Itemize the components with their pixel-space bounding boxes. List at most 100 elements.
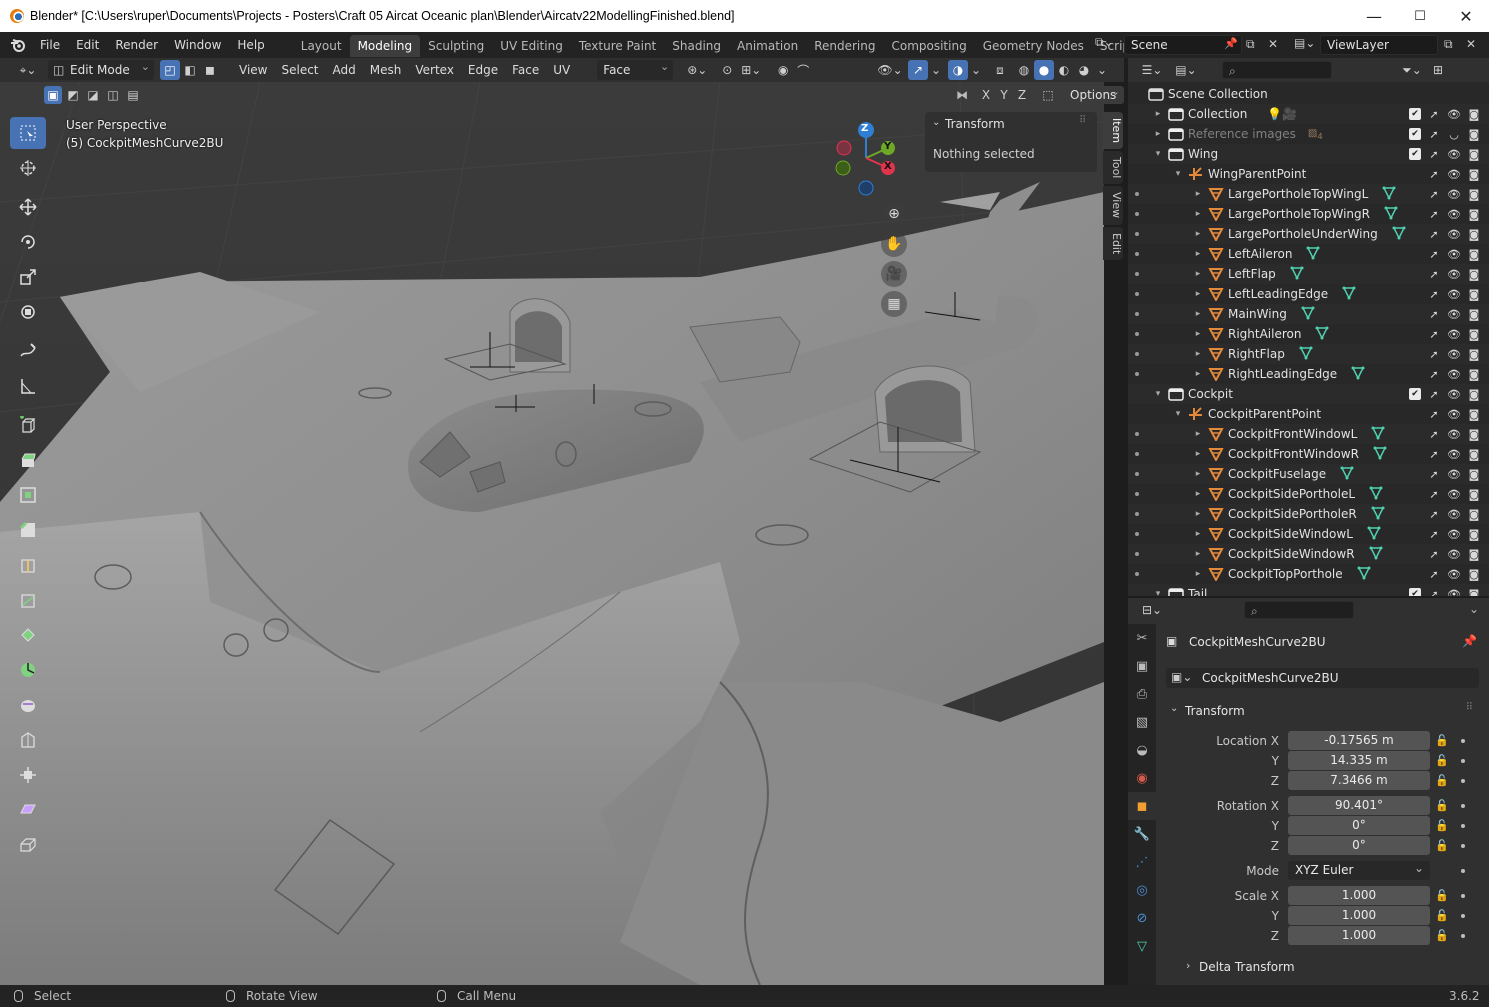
selectable-arrow-icon[interactable]: ➚: [1427, 527, 1441, 541]
mesh-data-icon[interactable]: [1342, 286, 1356, 303]
expand-closed-icon[interactable]: ▸: [1192, 249, 1204, 259]
xray-icon[interactable]: ⧈: [990, 60, 1010, 80]
overlays-dropdown-icon[interactable]: ⌄: [968, 60, 984, 80]
scene-properties-icon[interactable]: ◒: [1128, 736, 1156, 764]
mesh-data-icon[interactable]: [1290, 266, 1304, 283]
selectable-arrow-icon[interactable]: ➚: [1427, 587, 1441, 597]
location-x-field[interactable]: -0.17565 m: [1288, 731, 1430, 750]
expand-closed-icon[interactable]: ▸: [1192, 489, 1204, 499]
edit-mode-dot-icon[interactable]: [1135, 352, 1139, 356]
tool-measure[interactable]: [10, 370, 46, 402]
eye-icon[interactable]: 👁: [1447, 347, 1461, 361]
snap-target-icon[interactable]: ⊞⌄: [737, 60, 765, 80]
tool-shrink-fatten[interactable]: [10, 759, 46, 791]
outliner-row[interactable]: ▾ CockpitParentPoint ➚ 👁 ◙: [1128, 404, 1489, 424]
edit-mode-dot-icon[interactable]: [1135, 212, 1139, 216]
edit-mode-dot-icon[interactable]: [1135, 232, 1139, 236]
render-camera-icon[interactable]: ◙: [1467, 527, 1481, 541]
selectable-arrow-icon[interactable]: ➚: [1427, 487, 1441, 501]
edit-mode-dot-icon[interactable]: [1135, 372, 1139, 376]
lock-icon[interactable]: 🔓: [1435, 839, 1449, 852]
world-properties-icon[interactable]: ◉: [1128, 764, 1156, 792]
select-intersect-icon[interactable]: ▤: [124, 86, 142, 104]
overlays-toggle-icon[interactable]: ◑: [948, 60, 968, 80]
mesh-data-icon[interactable]: [1369, 486, 1383, 503]
blender-menu-icon[interactable]: [10, 32, 32, 58]
expand-open-icon[interactable]: ▾: [1172, 169, 1184, 179]
visibility-icon[interactable]: 👁⌄: [876, 60, 904, 80]
options-dropdown[interactable]: Options: [1064, 83, 1124, 104]
tool-properties-icon[interactable]: ✂: [1128, 624, 1156, 652]
material-shading-icon[interactable]: ◐: [1054, 60, 1074, 80]
pin-icon[interactable]: 📌: [1224, 37, 1238, 50]
expand-closed-icon[interactable]: ▸: [1192, 209, 1204, 219]
outliner-row[interactable]: ▸ RightLeadingEdge ➚ 👁 ◙: [1128, 364, 1489, 384]
expand-open-icon[interactable]: ▾: [1152, 149, 1164, 159]
outliner-row[interactable]: ▸ CockpitSidePortholeL ➚ 👁 ◙: [1128, 484, 1489, 504]
mesh-data-icon[interactable]: [1369, 546, 1383, 563]
tool-poly-build[interactable]: [10, 619, 46, 651]
render-camera-icon[interactable]: ◙: [1467, 487, 1481, 501]
eye-icon[interactable]: 👁: [1447, 247, 1461, 261]
outliner-search-input[interactable]: ⌕: [1222, 61, 1332, 79]
new-scene-icon[interactable]: ⧉: [1246, 37, 1255, 52]
render-camera-icon[interactable]: ◙: [1467, 367, 1481, 381]
scale-z-field[interactable]: 1.000: [1288, 926, 1430, 945]
keyframe-dot[interactable]: [1461, 894, 1465, 898]
tool-select-box[interactable]: [10, 117, 46, 149]
outliner-row[interactable]: ▸ CockpitSideWindowR ➚ 👁 ◙: [1128, 544, 1489, 564]
expand-closed-icon[interactable]: ▸: [1192, 309, 1204, 319]
expand-closed-icon[interactable]: ▸: [1192, 429, 1204, 439]
eye-icon[interactable]: 👁: [1447, 147, 1461, 161]
mesh-data-icon[interactable]: [1367, 526, 1381, 543]
render-camera-icon[interactable]: ◙: [1467, 567, 1481, 581]
edit-mode-dot-icon[interactable]: [1135, 192, 1139, 196]
properties-options-icon[interactable]: ⌄: [1469, 602, 1479, 616]
selectable-arrow-icon[interactable]: ➚: [1427, 447, 1441, 461]
proportional-edit-icon[interactable]: ◉: [773, 60, 793, 80]
render-camera-icon[interactable]: ◙: [1467, 187, 1481, 201]
selectable-arrow-icon[interactable]: ➚: [1427, 187, 1441, 201]
expand-closed-icon[interactable]: ▸: [1192, 269, 1204, 279]
tool-scale[interactable]: [10, 261, 46, 293]
face-select-icon[interactable]: ◼: [200, 60, 220, 80]
mesh-data-icon[interactable]: [1306, 246, 1320, 263]
props-pin-icon[interactable]: 📌: [1462, 634, 1477, 648]
mesh-data-icon[interactable]: [1382, 186, 1396, 203]
render-camera-icon[interactable]: ◙: [1467, 407, 1481, 421]
selectable-arrow-icon[interactable]: ➚: [1427, 307, 1441, 321]
lock-icon[interactable]: 🔓: [1435, 734, 1449, 747]
selectable-arrow-icon[interactable]: ➚: [1427, 427, 1441, 441]
delta-transform-section[interactable]: › Delta Transform: [1166, 956, 1479, 978]
mirror-x-button[interactable]: X: [978, 86, 994, 104]
render-properties-icon[interactable]: ▣: [1128, 652, 1156, 680]
gizmo-toggle-icon[interactable]: ↗: [908, 60, 928, 80]
selectable-arrow-icon[interactable]: ➚: [1427, 147, 1441, 161]
lock-icon[interactable]: 🔓: [1435, 929, 1449, 942]
mesh-data-icon[interactable]: [1299, 346, 1313, 363]
edit-mode-dot-icon[interactable]: [1135, 312, 1139, 316]
falloff-icon[interactable]: ⌒: [793, 60, 813, 80]
outliner-row[interactable]: ▸ RightAileron ➚ 👁 ◙: [1128, 324, 1489, 344]
lock-icon[interactable]: 🔓: [1435, 819, 1449, 832]
tab-animation[interactable]: Animation: [729, 35, 806, 57]
new-view-layer-icon[interactable]: ⧉: [1444, 37, 1453, 52]
eye-icon[interactable]: 👁: [1447, 307, 1461, 321]
select-extend-icon[interactable]: ◩: [64, 86, 82, 104]
editor-type-icon[interactable]: ⌖⌄: [14, 60, 42, 80]
render-camera-icon[interactable]: ◙: [1467, 427, 1481, 441]
new-collection-icon[interactable]: ⊞: [1428, 60, 1448, 80]
mirror-z-button[interactable]: Z: [1014, 86, 1030, 104]
edit-mode-dot-icon[interactable]: [1135, 332, 1139, 336]
menu-uv[interactable]: UV: [546, 60, 577, 80]
expand-closed-icon[interactable]: ▸: [1192, 549, 1204, 559]
menu-face[interactable]: Face: [505, 60, 546, 80]
tab-item[interactable]: Item: [1103, 112, 1123, 150]
keyframe-dot[interactable]: [1461, 739, 1465, 743]
exclude-checkbox[interactable]: ✔: [1409, 588, 1421, 596]
select-new-icon[interactable]: ▣: [44, 86, 62, 104]
tab-shading[interactable]: Shading: [664, 35, 729, 57]
expand-closed-icon[interactable]: ▸: [1192, 289, 1204, 299]
mesh-data-icon[interactable]: [1392, 226, 1406, 243]
mesh-data-icon[interactable]: [1315, 326, 1329, 343]
